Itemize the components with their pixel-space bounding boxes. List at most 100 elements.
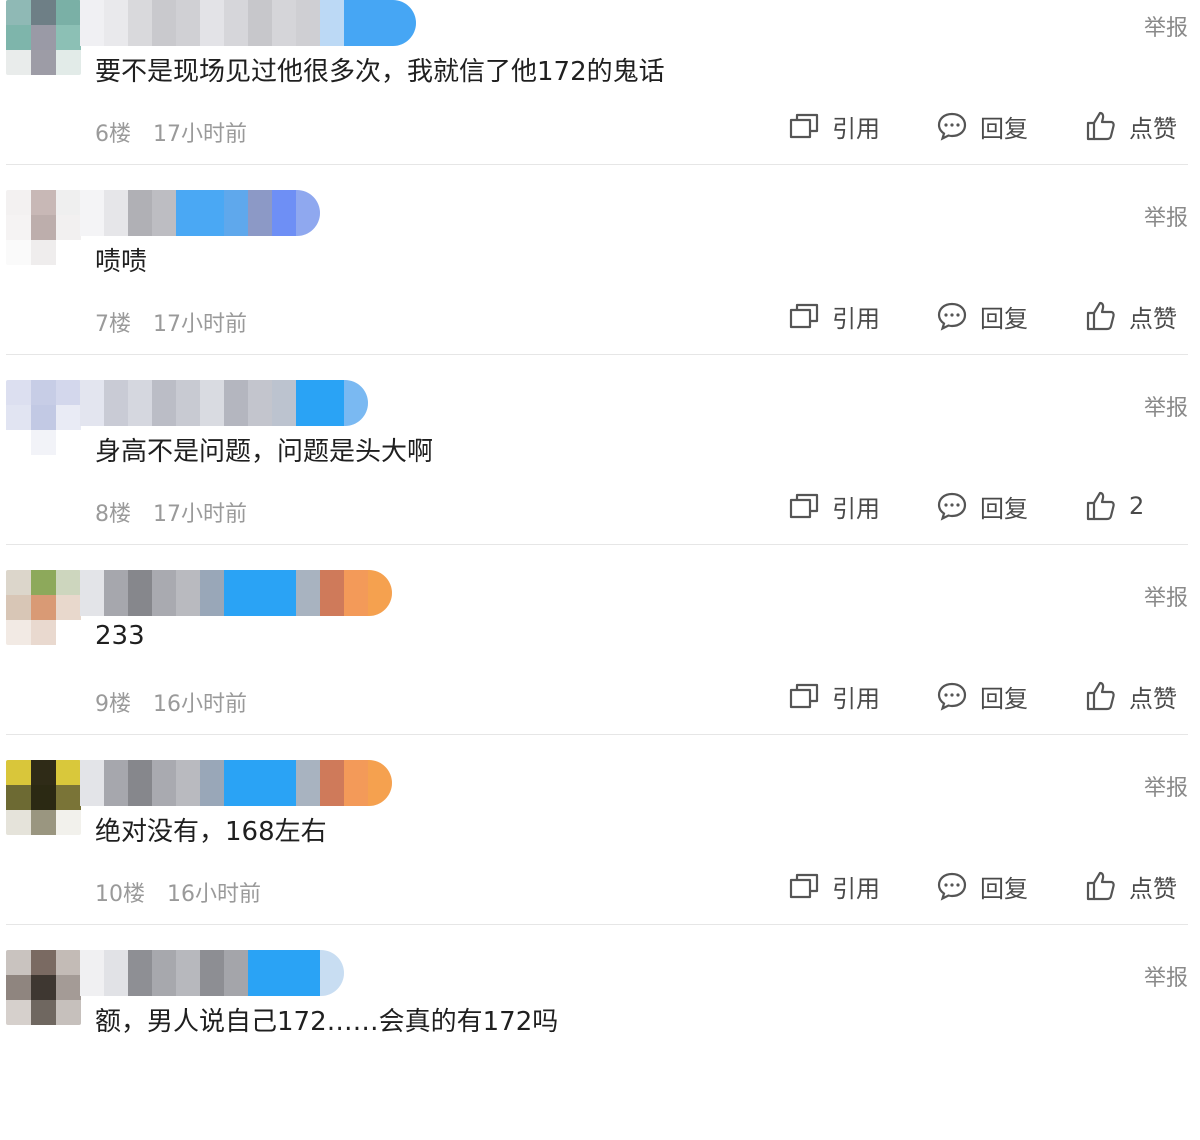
report-link[interactable]: 举报 xyxy=(1144,960,1188,992)
avatar-pixel xyxy=(56,215,81,240)
username-pixel xyxy=(176,760,200,806)
report-link[interactable]: 举报 xyxy=(1144,770,1188,802)
avatar-pixel xyxy=(6,760,31,785)
comment-text: 233 xyxy=(95,621,145,651)
quote-button[interactable]: 引用 xyxy=(788,486,880,526)
username-pixel xyxy=(248,570,272,616)
username-pixel xyxy=(320,950,344,996)
avatar-pixel xyxy=(6,380,31,405)
quote-button[interactable]: 引用 xyxy=(788,106,880,146)
quote-button[interactable]: 引用 xyxy=(788,866,880,906)
comment-text: 绝对没有，168左右 xyxy=(95,817,327,847)
avatar-pixel xyxy=(6,595,31,620)
avatar-pixel xyxy=(31,1000,56,1025)
username-pixel xyxy=(128,950,152,996)
username-pixel xyxy=(128,380,152,426)
username-pixel xyxy=(200,570,224,616)
username-pixel xyxy=(152,0,176,46)
like-button[interactable]: 点赞 xyxy=(1085,676,1177,716)
avatar-pixel xyxy=(6,785,31,810)
report-link[interactable]: 举报 xyxy=(1144,10,1188,42)
quote-label: 引用 xyxy=(832,874,880,903)
avatar[interactable] xyxy=(6,570,81,645)
username-pixel xyxy=(272,760,296,806)
like-button[interactable]: 2 xyxy=(1085,486,1144,526)
username-pixelated[interactable] xyxy=(80,380,368,426)
username-pixel xyxy=(152,760,176,806)
username-pixel xyxy=(296,380,320,426)
report-link[interactable]: 举报 xyxy=(1144,580,1188,612)
comment-actions: 引用 回复 2 xyxy=(0,486,1200,526)
username-pixelated[interactable] xyxy=(80,0,416,46)
username-pixel xyxy=(248,0,272,46)
username-pixel xyxy=(392,0,416,46)
reply-button[interactable]: 回复 xyxy=(936,296,1028,336)
username-pixelated[interactable] xyxy=(80,760,392,806)
report-link[interactable]: 举报 xyxy=(1144,200,1188,232)
reply-icon xyxy=(937,112,967,141)
quote-button[interactable]: 引用 xyxy=(788,676,880,716)
avatar-pixel xyxy=(31,50,56,75)
quote-icon xyxy=(789,683,819,709)
avatar-pixel xyxy=(6,950,31,975)
avatar-pixel xyxy=(56,760,81,785)
quote-label: 引用 xyxy=(832,684,880,713)
report-link[interactable]: 举报 xyxy=(1144,390,1188,422)
avatar[interactable] xyxy=(6,760,81,835)
avatar[interactable] xyxy=(6,950,81,1025)
username-pixel xyxy=(200,950,224,996)
avatar[interactable] xyxy=(6,380,81,455)
avatar-pixel xyxy=(6,0,31,25)
reply-button[interactable]: 回复 xyxy=(936,866,1028,906)
username-pixelated[interactable] xyxy=(80,570,392,616)
reply-label: 回复 xyxy=(980,684,1028,713)
like-button[interactable]: 点赞 xyxy=(1085,866,1177,906)
avatar-pixel xyxy=(56,810,81,835)
username-pixel xyxy=(176,190,200,236)
comment-item: 举报 绝对没有，168左右 10楼 16小时前 引用 回复 点赞 xyxy=(0,760,1200,950)
comment-text: 要不是现场见过他很多次，我就信了他172的鬼话 xyxy=(95,57,665,87)
username-pixel xyxy=(248,760,272,806)
like-label: 点赞 xyxy=(1129,874,1177,903)
username-pixel xyxy=(272,950,296,996)
reply-button[interactable]: 回复 xyxy=(936,486,1028,526)
username-pixelated[interactable] xyxy=(80,190,320,236)
avatar-pixel xyxy=(6,430,31,455)
username-pixel xyxy=(176,0,200,46)
username-pixel xyxy=(152,570,176,616)
quote-icon xyxy=(789,303,819,329)
avatar-pixel xyxy=(56,50,81,75)
avatar-pixel xyxy=(31,975,56,1000)
quote-button[interactable]: 引用 xyxy=(788,296,880,336)
avatar[interactable] xyxy=(6,0,81,75)
comment-actions: 引用 回复 点赞 xyxy=(0,296,1200,336)
username-pixel xyxy=(104,950,128,996)
username-pixel xyxy=(176,380,200,426)
username-pixel xyxy=(80,760,104,806)
comment-item: 举报 啧啧 7楼 17小时前 引用 回复 点赞 xyxy=(0,190,1200,380)
avatar-pixel xyxy=(31,595,56,620)
like-label: 点赞 xyxy=(1129,114,1177,143)
avatar-pixel xyxy=(31,25,56,50)
avatar-pixel xyxy=(31,760,56,785)
username-pixel xyxy=(320,380,344,426)
reply-button[interactable]: 回复 xyxy=(936,106,1028,146)
username-pixelated[interactable] xyxy=(80,950,344,996)
avatar-pixel xyxy=(56,405,81,430)
like-button[interactable]: 点赞 xyxy=(1085,106,1177,146)
avatar-pixel xyxy=(56,785,81,810)
thumbs-up-icon xyxy=(1086,681,1115,711)
avatar-pixel xyxy=(6,810,31,835)
username-pixel xyxy=(344,0,368,46)
like-label: 点赞 xyxy=(1129,684,1177,713)
avatar[interactable] xyxy=(6,190,81,265)
avatar-pixel xyxy=(56,570,81,595)
username-pixel xyxy=(272,190,296,236)
username-pixel xyxy=(296,570,320,616)
avatar-pixel xyxy=(6,405,31,430)
comment-item: 举报 要不是现场见过他很多次，我就信了他172的鬼话 6楼 17小时前 引用 回复… xyxy=(0,0,1200,190)
username-pixel xyxy=(272,380,296,426)
reply-button[interactable]: 回复 xyxy=(936,676,1028,716)
like-button[interactable]: 点赞 xyxy=(1085,296,1177,336)
comment-item: 举报 额，男人说自己172……会真的有172吗 xyxy=(0,950,1200,1140)
